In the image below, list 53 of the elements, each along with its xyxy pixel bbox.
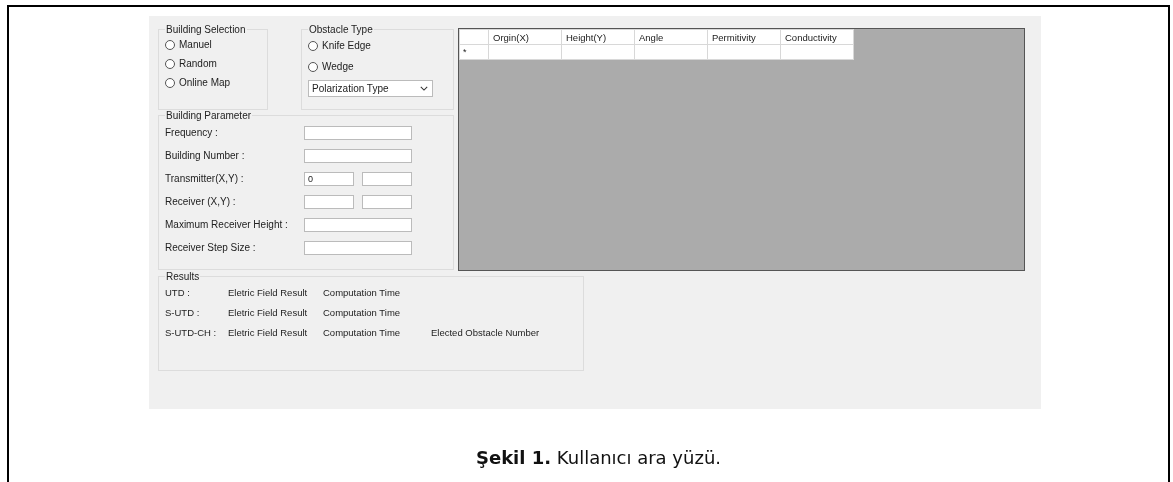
radio-label: Random <box>179 58 217 69</box>
radio-button[interactable] <box>308 40 318 51</box>
table-cell[interactable] <box>488 44 562 60</box>
input-field[interactable] <box>304 125 412 140</box>
radio-label: Knife Edge <box>322 40 371 51</box>
group-title: Building Selection <box>165 24 247 35</box>
group-title: Results <box>165 271 201 282</box>
result-label: Eletric Field Result <box>228 306 309 318</box>
input-field[interactable] <box>304 217 412 232</box>
column-header[interactable]: Permitivity <box>707 29 781 45</box>
radio-button[interactable] <box>308 61 318 72</box>
input-field[interactable] <box>304 148 412 163</box>
column-header[interactable]: Conductivity <box>780 29 854 45</box>
result-label: Computation Time <box>323 306 402 318</box>
table-cell[interactable] <box>561 44 635 60</box>
radio-button[interactable] <box>165 77 175 88</box>
column-header[interactable]: Angle <box>634 29 708 45</box>
result-label: UTD : <box>165 286 191 298</box>
column-header[interactable]: Height(Y) <box>561 29 635 45</box>
radio-label: Manuel <box>179 39 212 50</box>
input-field[interactable] <box>362 194 412 209</box>
field-label: Frequency : <box>165 127 219 138</box>
result-label: Eletric Field Result <box>228 286 309 298</box>
radio-button[interactable] <box>165 39 175 50</box>
chevron-down-icon <box>420 86 428 91</box>
result-label: Elected Obstacle Number <box>431 326 540 338</box>
row-header <box>459 29 489 45</box>
radio-button[interactable] <box>165 58 175 69</box>
input-field[interactable]: 0 <box>304 171 354 186</box>
input-field[interactable] <box>304 240 412 255</box>
new-row-marker: * <box>459 44 489 60</box>
field-label: Maximum Receiver Height : <box>165 219 289 230</box>
input-field[interactable] <box>362 171 412 186</box>
figure-caption: Şekil 1. Kullanıcı ara yüzü. <box>475 447 721 468</box>
result-label: S-UTD : <box>165 306 201 318</box>
field-label: Receiver Step Size : <box>165 242 257 253</box>
group-title: Building Parameter <box>165 110 253 121</box>
result-label: Computation Time <box>323 326 402 338</box>
polarization-dropdown[interactable]: Polarization Type <box>308 80 433 97</box>
input-field[interactable] <box>304 194 354 209</box>
table-cell[interactable] <box>780 44 854 60</box>
group-title: Obstacle Type <box>308 24 374 35</box>
column-header[interactable]: Orgin(X) <box>488 29 562 45</box>
field-label: Receiver (X,Y) : <box>165 196 237 207</box>
result-label: Eletric Field Result <box>228 326 309 338</box>
table-cell[interactable] <box>634 44 708 60</box>
field-label: Transmitter(X,Y) : <box>165 173 245 184</box>
field-label: Building Number : <box>165 150 246 161</box>
result-label: Computation Time <box>323 286 402 298</box>
table-cell[interactable] <box>707 44 781 60</box>
radio-label: Online Map <box>179 77 231 88</box>
radio-label: Wedge <box>322 61 354 72</box>
result-label: S-UTD-CH : <box>165 326 218 338</box>
